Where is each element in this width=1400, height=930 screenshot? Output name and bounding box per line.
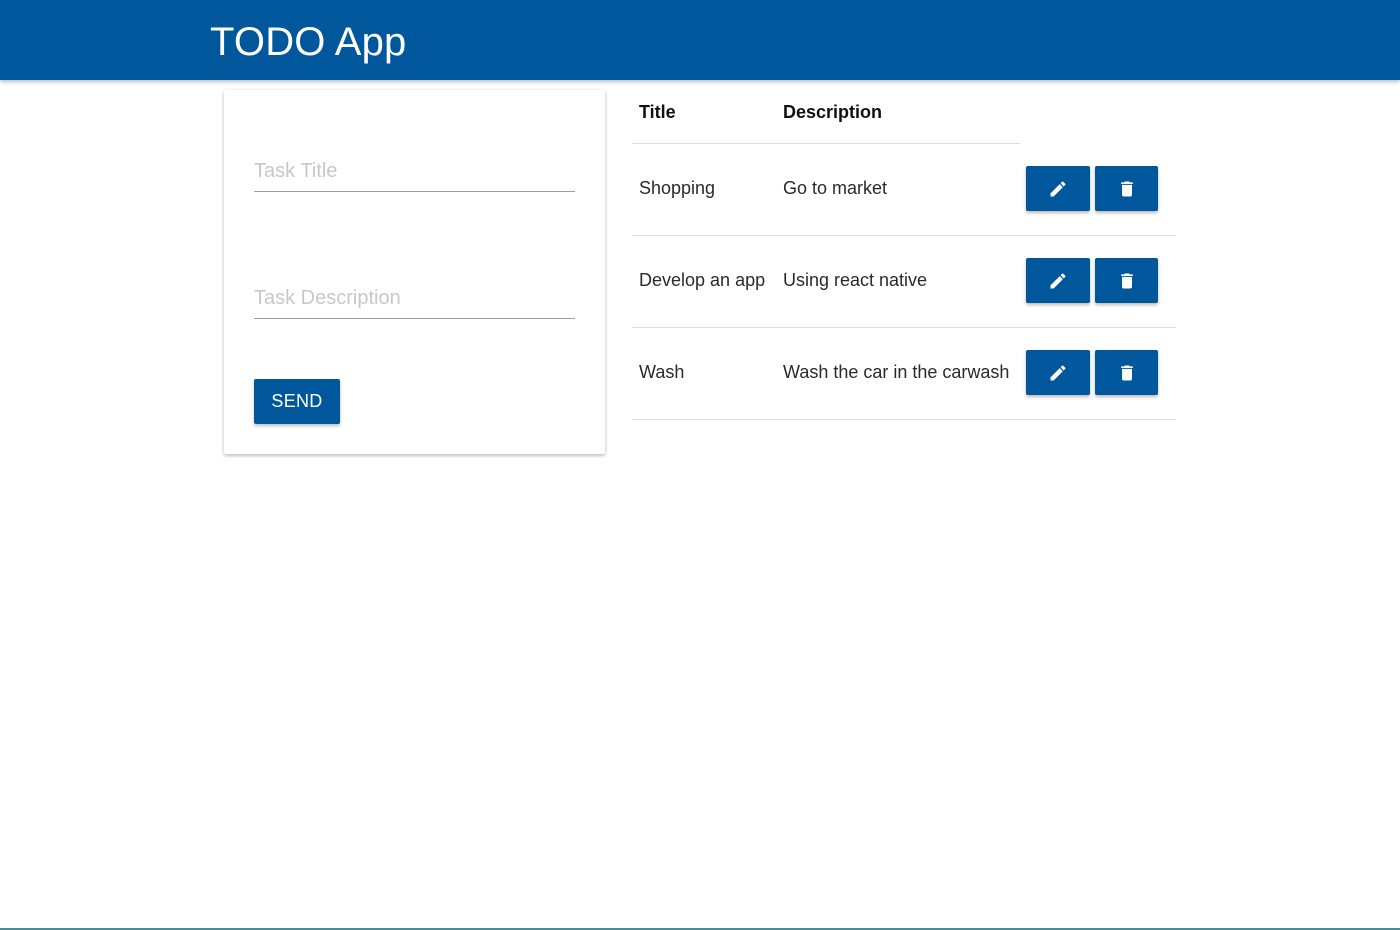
table-header: Title Description — [632, 90, 1020, 144]
trash-icon — [1120, 365, 1133, 380]
task-title-cell: Develop an app — [639, 270, 766, 290]
table-row: Develop an app Using react native — [632, 236, 1176, 328]
task-title-cell: Shopping — [639, 178, 716, 198]
task-description-cell: Using react native — [783, 270, 928, 290]
pencil-icon — [1050, 180, 1066, 196]
pencil-icon — [1050, 364, 1066, 380]
table-row: Shopping Go to market — [632, 144, 1176, 236]
task-description-input[interactable] — [254, 279, 575, 319]
tasks-table: Title Description Shopping Go to market … — [632, 90, 1176, 420]
task-description-cell: Go to market — [783, 178, 888, 198]
send-button[interactable]: SEND — [254, 379, 340, 424]
task-title-input[interactable] — [254, 152, 575, 192]
trash-icon — [1120, 181, 1133, 196]
delete-task-button[interactable] — [1095, 350, 1158, 395]
table-row: Wash Wash the car in the carwash — [632, 328, 1176, 420]
edit-task-button[interactable] — [1026, 166, 1090, 211]
trash-icon — [1120, 273, 1133, 288]
delete-task-button[interactable] — [1095, 166, 1158, 211]
edit-task-button[interactable] — [1026, 350, 1090, 395]
app-navbar: TODO App — [0, 0, 1400, 80]
edit-task-button[interactable] — [1026, 258, 1090, 303]
task-form-card: SEND — [224, 90, 605, 454]
task-description-cell: Wash the car in the carwash — [783, 362, 1010, 382]
column-header-description: Description — [783, 102, 883, 122]
app-title[interactable]: TODO App — [210, 18, 407, 66]
task-title-cell: Wash — [639, 362, 685, 382]
delete-task-button[interactable] — [1095, 258, 1158, 303]
column-header-title: Title — [639, 102, 676, 122]
pencil-icon — [1050, 272, 1066, 288]
